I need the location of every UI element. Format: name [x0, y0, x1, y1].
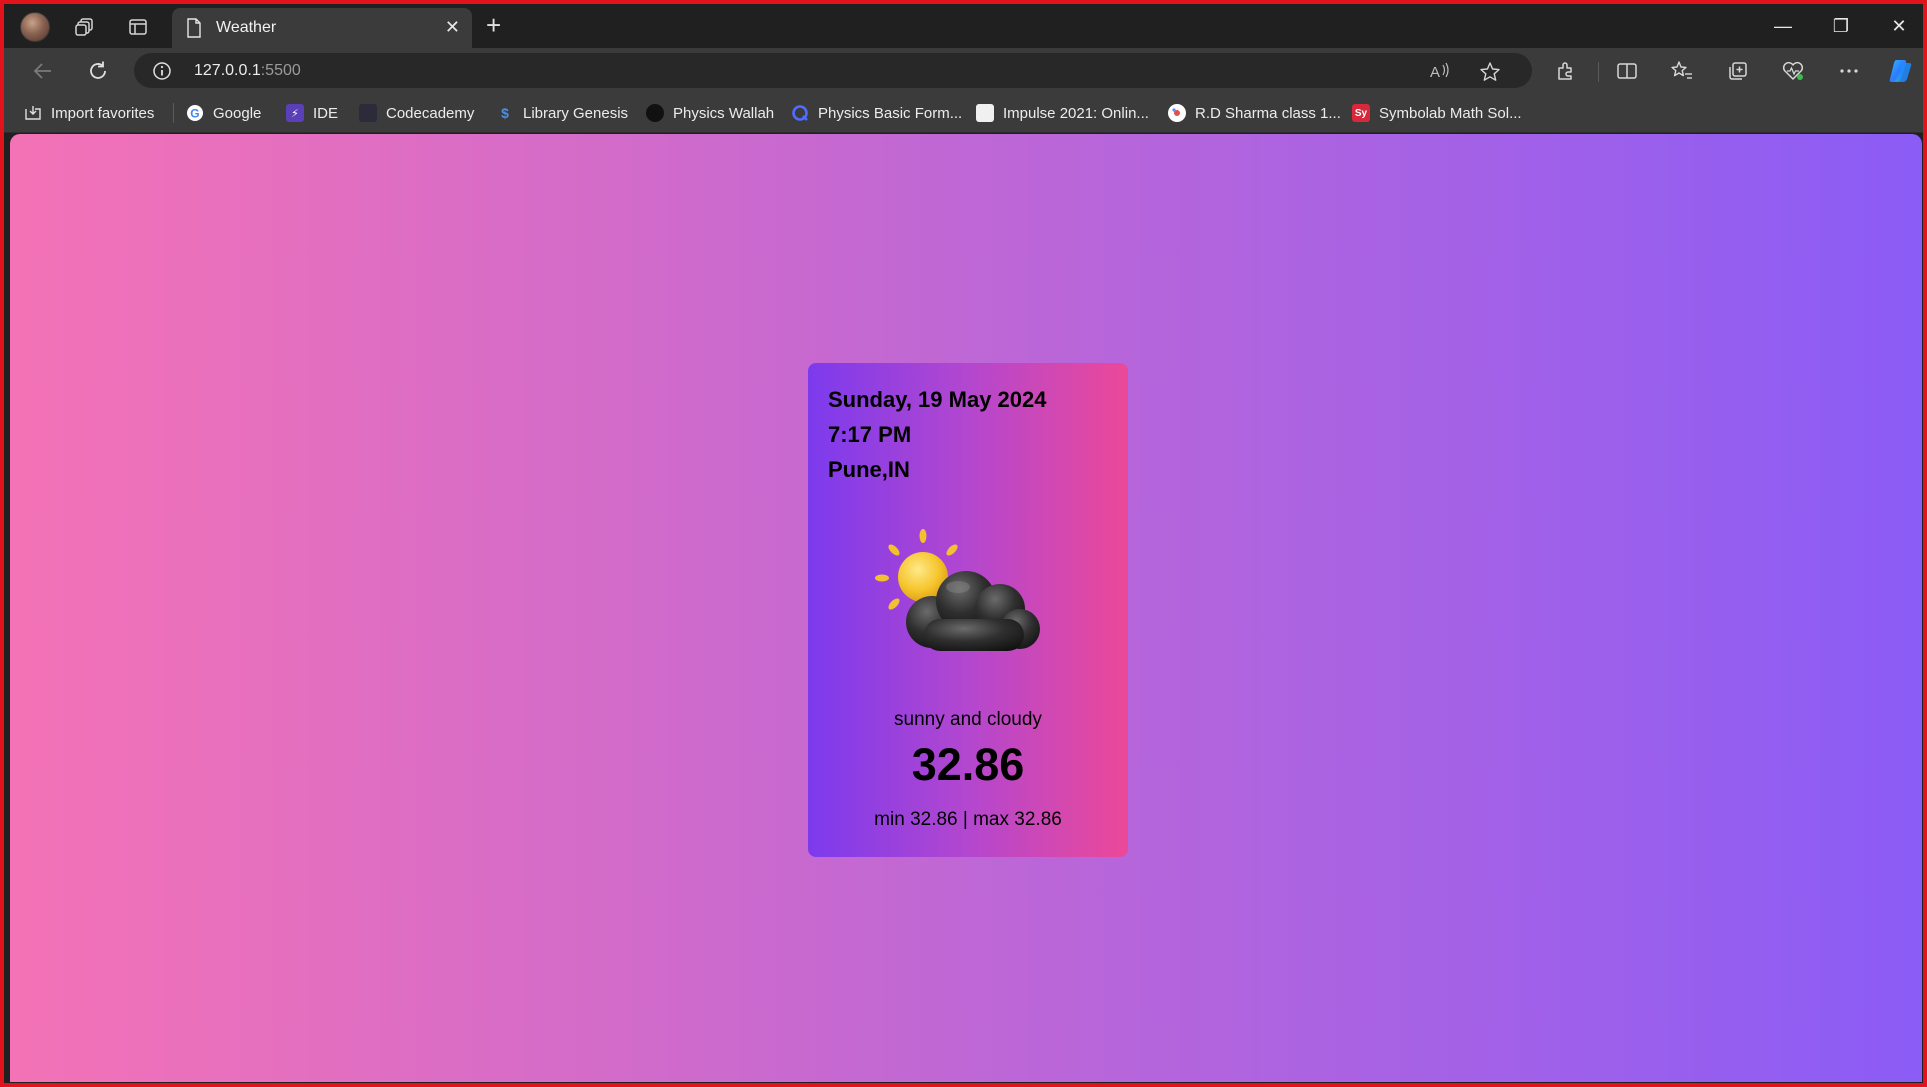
- bookmark-label: Google: [213, 104, 262, 122]
- bookmark-symbolab[interactable]: Sy Symbolab Math Sol...: [1352, 102, 1522, 124]
- bookmark-physics-wallah[interactable]: Physics Wallah: [646, 102, 774, 124]
- weather-card: Sunday, 19 May 2024 7:17 PM Pune,IN sunn…: [808, 363, 1128, 857]
- bookmarks-bar: Import favorites G Google ⚡ IDE Codecade…: [4, 93, 1923, 133]
- import-icon: [24, 104, 42, 122]
- bookmark-label: IDE: [313, 104, 339, 122]
- symbolab-icon: Sy: [1352, 104, 1370, 122]
- refresh-icon[interactable]: [84, 57, 112, 85]
- weather-time: 7:17 PM: [828, 422, 912, 447]
- svg-text:G: G: [190, 106, 199, 120]
- read-aloud-icon[interactable]: A: [1429, 61, 1451, 86]
- bookmark-codecademy[interactable]: Codecademy: [359, 102, 474, 124]
- bookmark-import-favorites[interactable]: Import favorites: [24, 102, 154, 124]
- profile-avatar[interactable]: [20, 12, 50, 42]
- weather-condition: sunny and cloudy: [894, 709, 1042, 730]
- tab-weather[interactable]: Weather ✕: [172, 8, 472, 48]
- ide-icon: ⚡: [286, 104, 304, 122]
- bookmark-label: Symbolab Math Sol...: [1379, 104, 1522, 122]
- bookmark-label: Library Genesis: [523, 104, 629, 122]
- close-window-button[interactable]: ✕: [1884, 12, 1914, 40]
- google-icon: G: [186, 104, 204, 122]
- page-viewport: Sunday, 19 May 2024 7:17 PM Pune,IN sunn…: [10, 134, 1922, 1082]
- bookmark-label: Codecademy: [386, 104, 475, 122]
- browser-window: Weather ✕ + — ❐ ✕ 127.0.0.1:5500 A Impor…: [0, 0, 1927, 1087]
- codecademy-icon: [359, 104, 377, 122]
- bookmark-label: R.D Sharma class 1...: [1195, 104, 1341, 122]
- bookmark-google[interactable]: G Google: [186, 102, 261, 124]
- url-text[interactable]: 127.0.0.1:5500: [194, 62, 301, 80]
- address-bar[interactable]: 127.0.0.1:5500 A: [134, 53, 1532, 88]
- minimize-button[interactable]: —: [1768, 12, 1798, 40]
- library-genesis-icon: $: [501, 105, 509, 121]
- bookmark-label: Impulse 2021: Onlin...: [1003, 104, 1149, 122]
- favorites-icon[interactable]: [1668, 57, 1696, 85]
- favorite-star-icon[interactable]: [1479, 61, 1501, 88]
- title-bar: Weather ✕ + — ❐ ✕: [4, 4, 1923, 48]
- bookmark-library-genesis[interactable]: $ Library Genesis: [496, 102, 628, 124]
- collections-icon[interactable]: [1724, 57, 1752, 85]
- page-icon: [186, 18, 202, 43]
- site-info-icon[interactable]: [152, 61, 172, 86]
- bookmark-label: Physics Wallah: [673, 104, 775, 122]
- weather-temperature: 32.86: [911, 739, 1025, 790]
- bookmark-ide[interactable]: ⚡ IDE: [286, 102, 338, 124]
- impulse-icon: [976, 104, 994, 122]
- url-port: :5500: [260, 62, 301, 79]
- url-host: 127.0.0.1: [194, 62, 261, 79]
- browser-essentials-icon[interactable]: [1779, 57, 1807, 85]
- vertical-tabs-icon[interactable]: [125, 14, 151, 40]
- toolbar-divider: [1598, 62, 1599, 82]
- svg-text:A: A: [1430, 64, 1440, 81]
- close-tab-icon[interactable]: ✕: [445, 17, 460, 38]
- sun-behind-cloud-icon: [874, 529, 1054, 659]
- physics-wallah-icon: [646, 104, 664, 122]
- tab-title: Weather: [216, 19, 277, 36]
- restore-button[interactable]: ❐: [1826, 12, 1856, 40]
- extensions-icon[interactable]: [1552, 57, 1580, 85]
- weather-location: Pune,IN: [828, 457, 910, 482]
- split-screen-icon[interactable]: [1613, 57, 1641, 85]
- navigation-bar: 127.0.0.1:5500 A: [4, 48, 1923, 93]
- bookmark-label: Import favorites: [51, 104, 155, 122]
- copilot-icon[interactable]: [1887, 57, 1915, 85]
- bookmark-physics-basic-formulas[interactable]: Physics Basic Form...: [791, 102, 962, 124]
- weather-min-max: min 32.86 | max 32.86: [874, 809, 1062, 830]
- quora-icon: [791, 104, 809, 122]
- weather-date: Sunday, 19 May 2024: [828, 387, 1047, 412]
- more-options-icon[interactable]: [1835, 57, 1863, 85]
- workspaces-icon[interactable]: [72, 14, 98, 40]
- rd-sharma-icon: [1168, 104, 1186, 122]
- bookmark-label: Physics Basic Form...: [818, 104, 963, 122]
- bookmark-impulse-2021[interactable]: Impulse 2021: Onlin...: [976, 102, 1149, 124]
- back-icon[interactable]: [29, 57, 57, 85]
- bookmarks-divider: [173, 103, 174, 123]
- new-tab-button[interactable]: +: [486, 12, 501, 38]
- bookmark-rd-sharma[interactable]: R.D Sharma class 1...: [1168, 102, 1341, 124]
